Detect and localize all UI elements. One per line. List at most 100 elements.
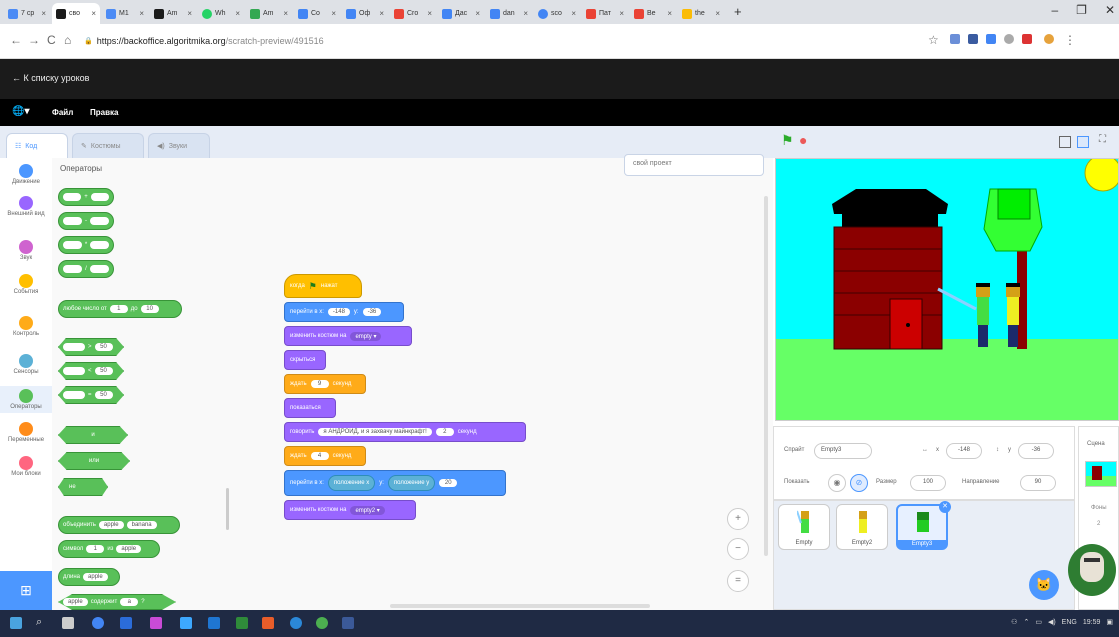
chrome-icon[interactable]	[92, 617, 104, 629]
project-name-input[interactable]: свой проект	[624, 154, 764, 176]
script-vertical-scrollbar[interactable]	[764, 196, 768, 556]
show-visible-icon[interactable]: ◉	[828, 474, 846, 492]
block-not[interactable]: не	[58, 478, 108, 496]
block-less-than[interactable]: <50	[58, 362, 124, 380]
close-tab-icon[interactable]: ×	[187, 9, 192, 18]
extension-icon[interactable]	[968, 34, 978, 44]
new-tab-button[interactable]: +	[734, 4, 742, 19]
browser-tab[interactable]: dan ×	[486, 3, 532, 24]
stop-button[interactable]: ●	[799, 132, 807, 148]
category-events[interactable]: События	[0, 274, 52, 295]
goto-xy-sensor-block[interactable]: перейти в x: положение x y: положение y 20	[284, 470, 506, 496]
extension-icon[interactable]	[1004, 34, 1014, 44]
app-icon[interactable]	[120, 617, 132, 629]
block-subtract[interactable]: -	[58, 212, 114, 230]
app-icon[interactable]	[342, 617, 354, 629]
sprite-y-input[interactable]: -36	[1018, 443, 1054, 459]
y-position-reporter[interactable]: положение y	[387, 475, 436, 491]
chevron-up-icon[interactable]: ⌃	[1023, 618, 1029, 626]
stage-thumbnail[interactable]	[1085, 461, 1117, 487]
hide-block[interactable]: скрыться	[284, 350, 326, 370]
close-tab-icon[interactable]: ×	[715, 9, 720, 18]
block-contains[interactable]: apple содержит a?	[58, 594, 176, 610]
clock[interactable]: 19:59	[1083, 619, 1101, 626]
large-stage-icon[interactable]	[1077, 136, 1089, 148]
browser-tab[interactable]: Оф ×	[342, 3, 388, 24]
minimize-button[interactable]: –	[1051, 3, 1058, 17]
small-stage-icon[interactable]	[1059, 136, 1071, 148]
volume-icon[interactable]: ◀)	[1048, 618, 1056, 626]
menu-file[interactable]: Файл	[52, 108, 73, 117]
switch-costume-block[interactable]: изменить костюм на empty ▾	[284, 326, 412, 346]
browser-tab[interactable]: Wh ×	[198, 3, 244, 24]
browser-tab[interactable]: Co ×	[294, 3, 340, 24]
hide-visible-icon[interactable]: ⊘	[850, 474, 868, 492]
close-tab-icon[interactable]: ×	[379, 9, 384, 18]
browser-tab[interactable]: sco ×	[534, 3, 580, 24]
category-looks[interactable]: Внешний вид	[0, 196, 52, 217]
close-tab-icon[interactable]: ×	[283, 9, 288, 18]
green-flag-button[interactable]: ⚑	[781, 132, 794, 149]
block-or[interactable]: или	[58, 452, 130, 470]
search-icon[interactable]: ⌕	[36, 616, 42, 629]
sprite-direction-input[interactable]: 90	[1020, 475, 1056, 491]
extension-icon[interactable]	[1022, 34, 1032, 44]
back-button[interactable]: ←	[10, 33, 22, 47]
x-position-reporter[interactable]: положение x	[327, 475, 376, 491]
goto-xy-block[interactable]: перейти в x: -148 y: -36	[284, 302, 404, 322]
say-for-secs-block[interactable]: говорить я АНДРОИД, и я захвачу майнкрафт…	[284, 422, 526, 442]
when-flag-clicked-block[interactable]: когда ⚑ нажат	[284, 274, 362, 298]
block-equals[interactable]: = 50	[58, 386, 124, 404]
app-icon[interactable]	[262, 617, 274, 629]
browser-tab[interactable]: 7 ср ×	[4, 3, 50, 24]
block-multiply[interactable]: *	[58, 236, 114, 254]
switch-costume-block[interactable]: изменить костюм на empty2 ▾	[284, 500, 416, 520]
close-tab-icon[interactable]: ×	[139, 9, 144, 18]
category-operators[interactable]: Операторы	[0, 386, 52, 413]
close-tab-icon[interactable]: ×	[331, 9, 336, 18]
browser-tab[interactable]: Пат ×	[582, 3, 628, 24]
browser-tab[interactable]: Ве ×	[630, 3, 676, 24]
browser-tab[interactable]: Дас ×	[438, 3, 484, 24]
maximize-button[interactable]: ❐	[1076, 3, 1087, 17]
browser-tab[interactable]: Am ×	[246, 3, 292, 24]
sprite-thumb-empty3-selected[interactable]: ✕ Empty3	[896, 501, 951, 550]
close-window-button[interactable]: ✕	[1105, 3, 1115, 17]
category-sound[interactable]: Звук	[0, 240, 52, 261]
battery-icon[interactable]: ▭	[1035, 618, 1042, 626]
add-extension-button[interactable]: ⊞	[0, 571, 52, 610]
home-button[interactable]: ⌂	[64, 33, 71, 47]
people-icon[interactable]: ⚇	[1011, 618, 1017, 626]
close-tab-icon[interactable]: ×	[41, 9, 46, 18]
zoom-in-button[interactable]: +	[727, 508, 749, 530]
app-icon[interactable]	[316, 617, 328, 629]
browser-tab[interactable]: M1 ×	[102, 3, 148, 24]
notifications-icon[interactable]: ▣	[1106, 618, 1113, 626]
script-horizontal-scrollbar[interactable]	[390, 604, 650, 608]
browser-tab-active[interactable]: сво ×	[52, 3, 100, 24]
app-icon[interactable]	[208, 617, 220, 629]
back-to-lessons-link[interactable]: ← К списку уроков	[12, 73, 89, 83]
stage-canvas[interactable]	[775, 158, 1119, 421]
sprite-thumb-empty2[interactable]: Empty2	[836, 504, 888, 550]
delete-sprite-icon[interactable]: ✕	[939, 501, 951, 513]
script-area[interactable]: когда ⚑ нажат перейти в x: -148 y: -36 измени…	[230, 158, 773, 610]
close-tab-icon[interactable]: ×	[619, 9, 624, 18]
block-letter-of[interactable]: символ 1 из apple	[58, 540, 160, 558]
block-add[interactable]: +	[58, 188, 114, 206]
category-variables[interactable]: Переменные	[0, 422, 52, 443]
sprite-size-input[interactable]: 100	[910, 475, 946, 491]
browser-menu-icon[interactable]: ⋮	[1064, 33, 1076, 47]
language-indicator[interactable]: ENG	[1062, 619, 1077, 626]
block-length-of[interactable]: длина apple	[58, 568, 120, 586]
profile-avatar[interactable]	[1044, 34, 1054, 44]
close-tab-icon[interactable]: ×	[475, 9, 480, 18]
wait-block[interactable]: ждать 9 секунд	[284, 374, 366, 394]
sprite-thumb-empty[interactable]: Empty	[778, 504, 830, 550]
close-tab-icon[interactable]: ×	[91, 9, 96, 18]
close-tab-icon[interactable]: ×	[523, 9, 528, 18]
palette-scrollbar[interactable]	[226, 488, 229, 530]
menu-edit[interactable]: Правка	[90, 108, 118, 117]
tab-code[interactable]: ☷ Код	[6, 133, 68, 158]
reload-button[interactable]: C	[47, 33, 56, 47]
